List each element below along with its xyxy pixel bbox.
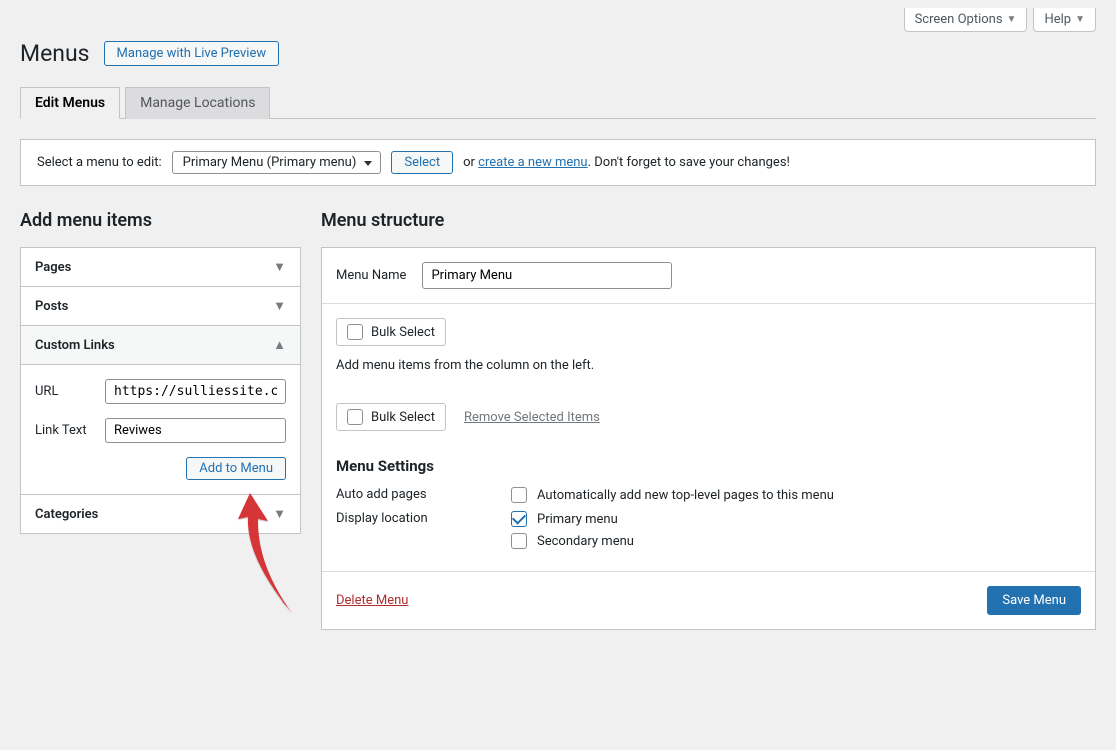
accordion-categories-label: Categories bbox=[35, 507, 98, 522]
secondary-menu-option: Secondary menu bbox=[537, 534, 634, 549]
screen-options-tab[interactable]: Screen Options ▼ bbox=[904, 8, 1028, 32]
link-text-label: Link Text bbox=[35, 423, 105, 438]
add-menu-items-heading: Add menu items bbox=[20, 210, 301, 231]
add-to-menu-button[interactable]: Add to Menu bbox=[186, 457, 286, 480]
secondary-menu-checkbox[interactable] bbox=[511, 533, 527, 549]
caret-down-icon: ▼ bbox=[1075, 14, 1085, 25]
primary-menu-option: Primary menu bbox=[537, 512, 618, 527]
create-new-menu-link[interactable]: create a new menu bbox=[478, 155, 587, 170]
select-button[interactable]: Select bbox=[391, 151, 453, 174]
accordion-pages-label: Pages bbox=[35, 260, 71, 275]
primary-menu-checkbox[interactable] bbox=[511, 511, 527, 527]
auto-add-label: Auto add pages bbox=[336, 487, 511, 502]
screen-options-label: Screen Options bbox=[915, 12, 1003, 27]
menu-name-label: Menu Name bbox=[336, 268, 406, 283]
bulk-select-checkbox-2[interactable] bbox=[347, 409, 363, 425]
accordion-posts-label: Posts bbox=[35, 299, 68, 314]
url-input[interactable] bbox=[105, 379, 286, 404]
menu-select-dropdown[interactable]: Primary Menu (Primary menu) bbox=[172, 151, 382, 174]
tab-manage-locations[interactable]: Manage Locations bbox=[125, 87, 270, 119]
select-menu-label: Select a menu to edit: bbox=[37, 155, 162, 170]
menu-settings-heading: Menu Settings bbox=[336, 457, 1081, 475]
tab-edit-menus[interactable]: Edit Menus bbox=[20, 87, 120, 119]
auto-add-option: Automatically add new top-level pages to… bbox=[537, 488, 834, 503]
bulk-select-bottom[interactable]: Bulk Select bbox=[336, 403, 446, 431]
accordion-posts-head[interactable]: Posts ▼ bbox=[21, 287, 300, 325]
or-text: or create a new menu. Don't forget to sa… bbox=[463, 155, 790, 170]
bulk-select-label: Bulk Select bbox=[371, 325, 435, 340]
help-tab[interactable]: Help ▼ bbox=[1033, 8, 1096, 32]
display-location-label: Display location bbox=[336, 511, 511, 526]
link-text-input[interactable] bbox=[105, 418, 286, 443]
caret-up-icon: ▲ bbox=[273, 337, 286, 353]
bulk-select-checkbox[interactable] bbox=[347, 324, 363, 340]
accordion-custom-links-head[interactable]: Custom Links ▲ bbox=[21, 326, 300, 364]
url-label: URL bbox=[35, 384, 105, 399]
save-menu-button[interactable]: Save Menu bbox=[987, 586, 1081, 615]
caret-down-icon: ▼ bbox=[273, 298, 286, 314]
accordion-pages-head[interactable]: Pages ▼ bbox=[21, 248, 300, 286]
menu-name-input[interactable] bbox=[422, 262, 672, 289]
manage-live-preview-button[interactable]: Manage with Live Preview bbox=[104, 41, 280, 66]
auto-add-checkbox[interactable] bbox=[511, 487, 527, 503]
accordion-custom-links-label: Custom Links bbox=[35, 338, 115, 353]
accordion-categories-head[interactable]: Categories ▼ bbox=[21, 495, 300, 533]
caret-down-icon: ▼ bbox=[273, 506, 286, 522]
page-title: Menus bbox=[20, 40, 90, 67]
bulk-select-top[interactable]: Bulk Select bbox=[336, 318, 446, 346]
bulk-select-label-2: Bulk Select bbox=[371, 410, 435, 425]
delete-menu-link[interactable]: Delete Menu bbox=[336, 593, 408, 608]
remove-selected-link: Remove Selected Items bbox=[464, 410, 600, 425]
menu-select-value: Primary Menu (Primary menu) bbox=[183, 155, 357, 170]
caret-down-icon: ▼ bbox=[273, 259, 286, 275]
menu-structure-heading: Menu structure bbox=[321, 210, 1096, 231]
menu-structure-desc: Add menu items from the column on the le… bbox=[336, 358, 1081, 373]
help-label: Help bbox=[1044, 12, 1071, 27]
caret-down-icon: ▼ bbox=[1007, 14, 1017, 25]
